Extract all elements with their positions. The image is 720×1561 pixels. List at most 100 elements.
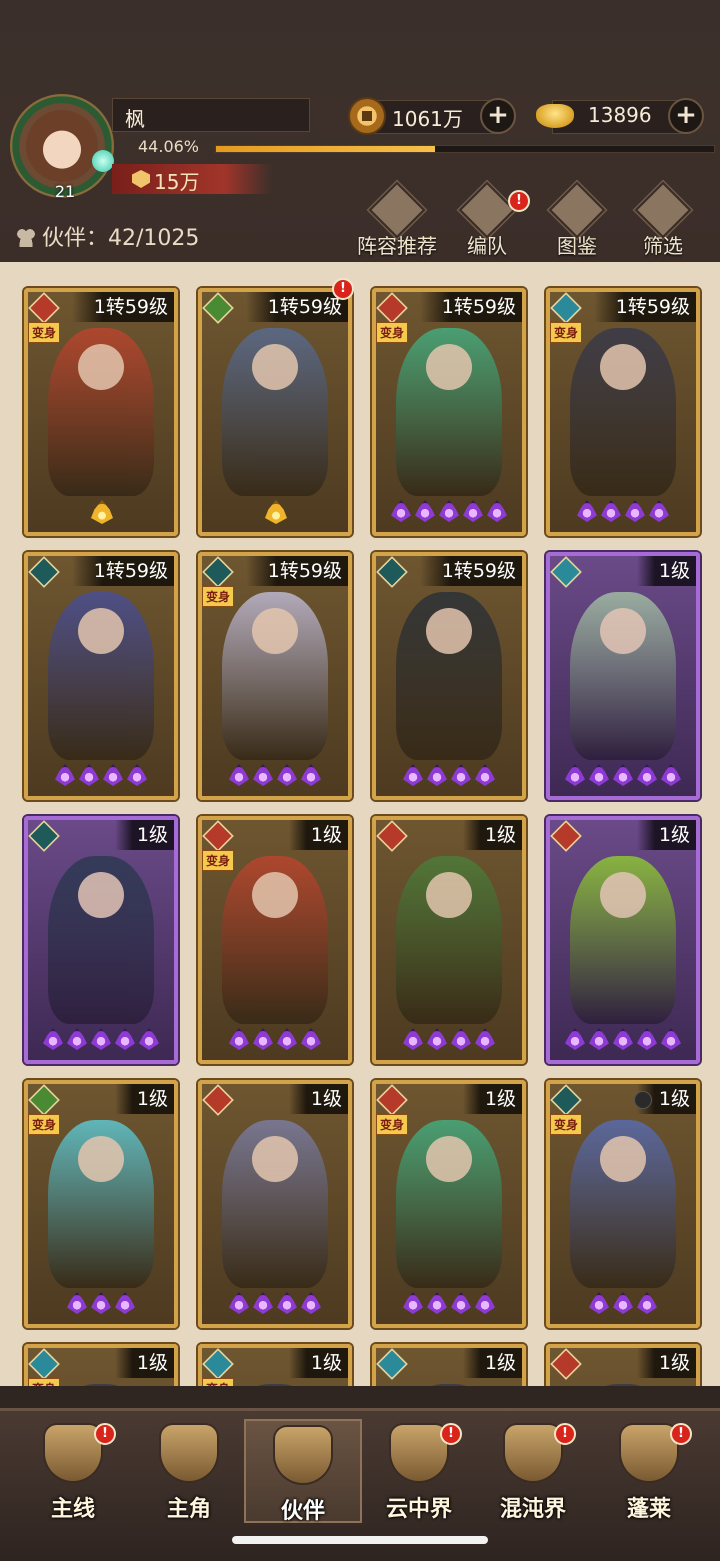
partner-card[interactable]: 1级 [546,816,700,1064]
partner-card[interactable]: 1级变身 [198,1344,352,1386]
codex-label: 图鉴 [557,234,597,258]
nav-tab-label: 云中界 [385,1497,452,1522]
purple-flame-star-icon [229,1028,249,1050]
partner-portrait [48,592,154,760]
partner-portrait [570,1384,676,1386]
add-ingots-button[interactable]: + [668,98,704,134]
purple-flame-star-icon [277,764,297,786]
nav-tab[interactable]: 云中界! [360,1419,478,1523]
lineup-recommend-button[interactable]: 阵容推荐 [352,180,442,258]
transform-badge: 变身 [376,322,409,343]
partner-level: 1级 [636,556,696,586]
nav-alert-badge: ! [440,1423,462,1445]
dark-element-icon [376,556,408,588]
partner-card[interactable]: 1转59级 变身 [198,552,352,800]
purple-flame-star-icon [427,1292,447,1314]
wood-element-icon [202,292,234,324]
transform-badge: 变身 [28,1378,61,1386]
partner-card[interactable]: 1级变身 [24,1344,178,1386]
nav-alert-badge: ! [94,1423,116,1445]
nav-tab[interactable]: 主线! [14,1419,132,1523]
transform-badge: 变身 [550,1114,583,1135]
dark-element-icon [202,556,234,588]
purple-flame-star-icon [115,1292,135,1314]
nav-tab[interactable]: 混沌界! [474,1419,592,1523]
nav-tab[interactable]: 主角 [130,1419,248,1523]
partner-card[interactable]: 1转59级 [372,552,526,800]
purple-flame-star-icon [253,764,273,786]
player-name: 枫 [125,107,145,131]
purple-flame-star-icon [439,500,459,522]
partner-level: 1级 [288,1348,348,1378]
partner-card[interactable]: 1级 [372,816,526,1064]
cloud-palace-icon [391,1425,447,1481]
purple-flame-star-icon [637,1292,657,1314]
partner-card[interactable]: 1级 [372,1344,526,1386]
partner-card[interactable]: 1级变身 [198,816,352,1064]
codex-button[interactable]: 图鉴 [532,180,622,258]
purple-flame-star-icon [229,1292,249,1314]
partner-level: 1级 [636,1348,696,1378]
star-rating [376,1028,522,1054]
formation-label: 编队 [467,234,507,258]
partner-card[interactable]: 1转59级 变身 [546,288,700,536]
partner-count: 伙伴：42/1025 [16,220,199,252]
partner-card[interactable]: 1级 [546,1344,700,1386]
partner-portrait [222,328,328,496]
nav-tab-label: 混沌界 [499,1497,566,1522]
star-rating [28,1028,174,1054]
purple-flame-star-icon [577,500,597,522]
partner-level: 1级 [462,820,522,850]
partner-card[interactable]: 1转59级 变身 [24,288,178,536]
fire-element-icon [376,820,408,852]
add-coins-button[interactable]: + [480,98,516,134]
partner-portrait [570,328,676,496]
nav-tab-label: 伙伴 [280,1499,325,1524]
water-element-icon [550,556,582,588]
partner-level: 1级 [114,820,174,850]
partner-card[interactable]: 1级 [546,552,700,800]
partner-grid[interactable]: 1转59级 变身 1转59级! 1转59级 变身 1转59级 变身 1转59级 1转59级 变身 1… [0,262,720,1386]
chaos-realm-icon [505,1425,561,1481]
partner-card[interactable]: 1级变身 [372,1080,526,1328]
partner-card[interactable]: 1级 [24,816,178,1064]
fire-element-icon [376,292,408,324]
star-rating [376,764,522,790]
wood-element-icon [28,1084,60,1116]
purple-flame-star-icon [127,764,147,786]
partner-card[interactable]: 1级变身 [546,1080,700,1328]
coin-amount: 1061万 [392,107,463,131]
partner-level: 1转59级 [71,556,174,586]
partner-portrait [396,1120,502,1288]
partner-card[interactable]: 1转59级 变身 [372,288,526,536]
water-element-icon [202,1348,234,1380]
purple-flame-star-icon [403,1028,423,1050]
dark-element-icon [28,820,60,852]
nav-tab[interactable]: 蓬莱! [590,1419,708,1523]
purple-flame-star-icon [451,764,471,786]
purple-flame-star-icon [301,764,321,786]
partner-card[interactable]: 1级 [198,1080,352,1328]
partner-portrait [222,592,328,760]
star-rating [550,1292,696,1318]
purple-flame-star-icon [475,1292,495,1314]
purple-flame-star-icon [589,764,609,786]
partner-level: 1级 [288,820,348,850]
partner-card[interactable]: 1级变身 [24,1080,178,1328]
partner-card[interactable]: 1转59级 [24,552,178,800]
purple-flame-star-icon [79,764,99,786]
partner-portrait [396,592,502,760]
fire-element-icon [202,1084,234,1116]
filter-button[interactable]: 筛选 [618,180,708,258]
player-avatar[interactable] [26,110,98,182]
transform-badge: 变身 [202,850,235,871]
nav-tab[interactable]: 伙伴 [244,1419,362,1524]
gold-flame-icon [91,500,113,524]
exp-progress-fill [216,146,436,152]
partner-card[interactable]: 1转59级 [198,288,352,536]
partner-level: 1级 [462,1348,522,1378]
home-indicator[interactable] [232,1536,488,1544]
star-rating [376,500,522,526]
formation-button[interactable]: 编队 ! [442,180,532,258]
jade-gem-icon [92,150,114,172]
